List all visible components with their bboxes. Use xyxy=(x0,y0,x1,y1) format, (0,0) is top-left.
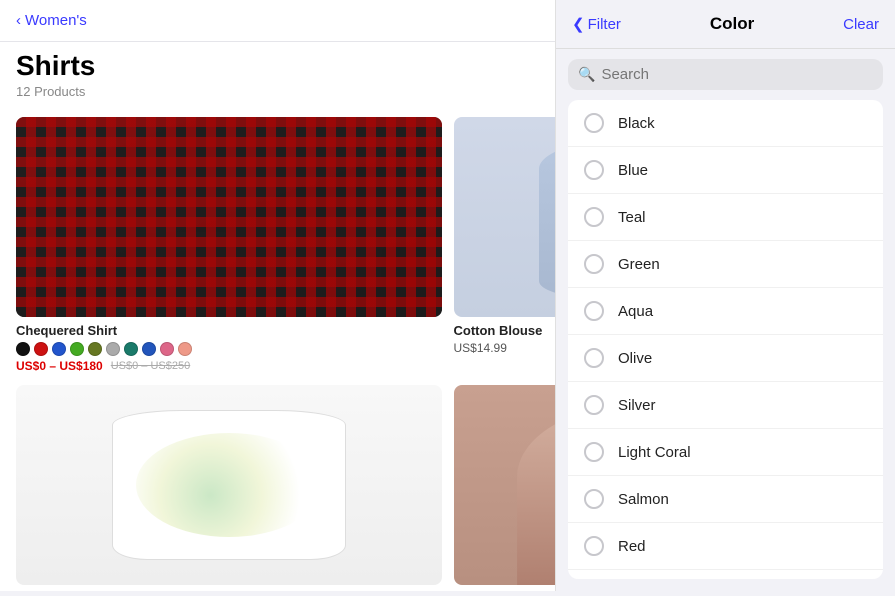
color-item[interactable]: White xyxy=(568,570,883,579)
color-label: Red xyxy=(618,538,646,555)
color-label: Teal xyxy=(618,209,646,226)
swatch[interactable] xyxy=(160,342,174,356)
color-item[interactable]: Teal xyxy=(568,194,883,241)
swatch[interactable] xyxy=(124,342,138,356)
radio-circle xyxy=(584,254,604,274)
swatch[interactable] xyxy=(52,342,66,356)
price-sale: US$0 – US$180 xyxy=(16,359,103,373)
color-item[interactable]: Silver xyxy=(568,382,883,429)
radio-circle xyxy=(584,348,604,368)
radio-circle xyxy=(584,207,604,227)
filter-search: 🔍 xyxy=(556,49,895,100)
filter-title: Color xyxy=(710,14,754,34)
search-box: 🔍 xyxy=(568,59,883,90)
filter-back-label: Filter xyxy=(588,16,621,33)
color-swatches xyxy=(16,342,442,356)
price-regular: US$14.99 xyxy=(454,341,507,355)
filter-back-button[interactable]: ❮ Filter xyxy=(572,15,621,33)
product-card[interactable] xyxy=(16,385,442,591)
color-label: Salmon xyxy=(618,491,669,508)
product-card[interactable]: Chequered Shirt US$0 – US$180 US$0 – US$… xyxy=(16,117,442,373)
back-label: Women's xyxy=(25,12,87,29)
color-label: Olive xyxy=(618,350,652,367)
color-label: Silver xyxy=(618,397,656,414)
product-image xyxy=(16,117,442,317)
swatch[interactable] xyxy=(88,342,102,356)
color-item[interactable]: Aqua xyxy=(568,288,883,335)
swatch[interactable] xyxy=(70,342,84,356)
swatch[interactable] xyxy=(16,342,30,356)
color-label: Blue xyxy=(618,162,648,179)
radio-circle xyxy=(584,113,604,133)
product-name: Chequered Shirt xyxy=(16,323,442,338)
color-item[interactable]: Blue xyxy=(568,147,883,194)
radio-circle xyxy=(584,395,604,415)
swatch[interactable] xyxy=(106,342,120,356)
color-label: Green xyxy=(618,256,660,273)
color-item[interactable]: Salmon xyxy=(568,476,883,523)
color-item[interactable]: Olive xyxy=(568,335,883,382)
swatch[interactable] xyxy=(178,342,192,356)
radio-circle xyxy=(584,489,604,509)
filter-header: ❮ Filter Color Clear xyxy=(556,0,895,49)
chevron-left-icon: ❮ xyxy=(572,15,585,33)
price-row: US$0 – US$180 US$0 – US$250 xyxy=(16,359,442,373)
radio-circle xyxy=(584,536,604,556)
price-original: US$0 – US$250 xyxy=(111,360,191,372)
radio-circle xyxy=(584,442,604,462)
swatch[interactable] xyxy=(34,342,48,356)
color-item[interactable]: Green xyxy=(568,241,883,288)
color-label: Light Coral xyxy=(618,444,691,461)
product-image xyxy=(16,385,442,585)
chevron-left-icon: ‹ xyxy=(16,12,21,29)
filter-clear-button[interactable]: Clear xyxy=(843,16,879,33)
color-list: Black Blue Teal Green Aqua Olive Silver … xyxy=(568,100,883,579)
search-icon: 🔍 xyxy=(578,66,595,83)
color-label: Black xyxy=(618,115,655,132)
radio-circle xyxy=(584,160,604,180)
color-item[interactable]: Red xyxy=(568,523,883,570)
color-item[interactable]: Light Coral xyxy=(568,429,883,476)
color-item[interactable]: Black xyxy=(568,100,883,147)
search-input[interactable] xyxy=(601,66,873,83)
color-label: Aqua xyxy=(618,303,653,320)
radio-circle xyxy=(584,301,604,321)
back-button[interactable]: ‹ Women's xyxy=(16,12,87,29)
swatch[interactable] xyxy=(142,342,156,356)
filter-panel: ❮ Filter Color Clear 🔍 Black Blue Teal G… xyxy=(555,0,895,591)
